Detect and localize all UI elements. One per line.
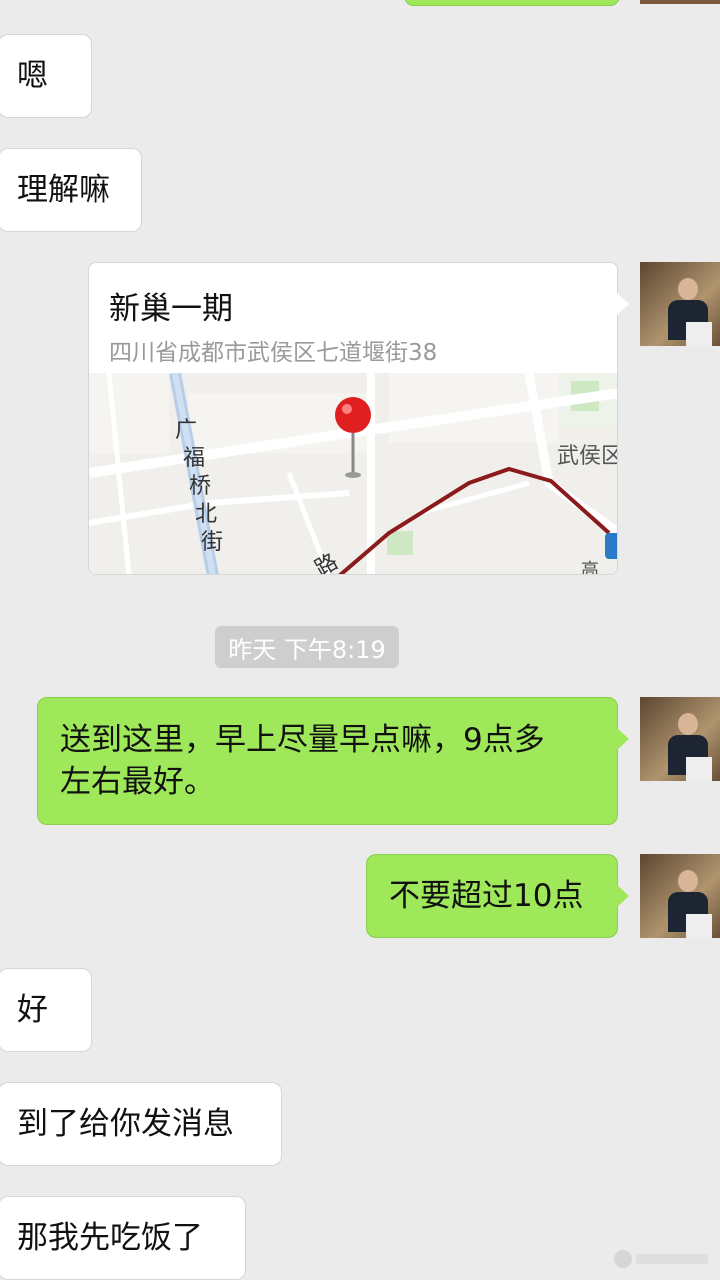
bubble-tail bbox=[617, 728, 629, 750]
bubble-tail bbox=[617, 885, 629, 907]
user-avatar[interactable] bbox=[640, 697, 720, 781]
outgoing-message[interactable]: 送到这里，早上尽量早点嘛，9点多 左右最好。 bbox=[37, 697, 618, 825]
outgoing-message[interactable]: 不要超过10点 bbox=[366, 854, 618, 938]
user-avatar[interactable] bbox=[640, 854, 720, 938]
location-message-card[interactable]: 新巢一期 四川省成都市武侯区七道堰街38 广 福 桥 北 街 武侯区 路 高 bbox=[88, 262, 618, 575]
incoming-message[interactable]: 好 bbox=[0, 968, 92, 1052]
incoming-message[interactable]: 到了给你发消息 bbox=[0, 1082, 282, 1166]
incoming-message[interactable]: 那我先吃饭了 bbox=[0, 1196, 246, 1280]
svg-text:桥: 桥 bbox=[189, 474, 211, 499]
message-text: 那我先吃饭了 bbox=[17, 1220, 203, 1256]
watermark-logo bbox=[612, 1246, 712, 1276]
message-text: 不要超过10点 bbox=[389, 878, 584, 914]
message-text: 理解嘛 bbox=[17, 172, 110, 208]
location-address: 四川省成都市武侯区七道堰街38 bbox=[109, 340, 438, 366]
location-map-thumbnail: 广 福 桥 北 街 武侯区 路 高 bbox=[89, 371, 618, 575]
incoming-message[interactable]: 嗯 bbox=[0, 34, 92, 118]
message-line: 送到这里，早上尽量早点嘛，9点多 bbox=[60, 722, 545, 758]
map-district-label: 武侯区 bbox=[557, 444, 618, 469]
partial-outgoing-bubble[interactable] bbox=[404, 0, 620, 6]
location-card-tail bbox=[617, 293, 629, 315]
map-street-label: 广 bbox=[175, 418, 197, 443]
message-text: 嗯 bbox=[17, 58, 48, 94]
svg-text:街: 街 bbox=[201, 530, 223, 555]
timestamp: 昨天 下午8:19 bbox=[215, 626, 399, 668]
message-text: 好 bbox=[17, 992, 48, 1028]
partial-avatar[interactable] bbox=[640, 0, 720, 4]
message-line: 左右最好。 bbox=[60, 764, 215, 800]
message-text: 到了给你发消息 bbox=[17, 1106, 234, 1142]
location-title: 新巢一期 bbox=[109, 291, 233, 327]
incoming-message[interactable]: 理解嘛 bbox=[0, 148, 142, 232]
message-text: 送到这里，早上尽量早点嘛，9点多 左右最好。 bbox=[60, 719, 545, 803]
svg-text:高: 高 bbox=[581, 560, 599, 575]
svg-text:北: 北 bbox=[195, 502, 217, 527]
svg-text:福: 福 bbox=[183, 446, 205, 471]
user-avatar[interactable] bbox=[640, 262, 720, 346]
